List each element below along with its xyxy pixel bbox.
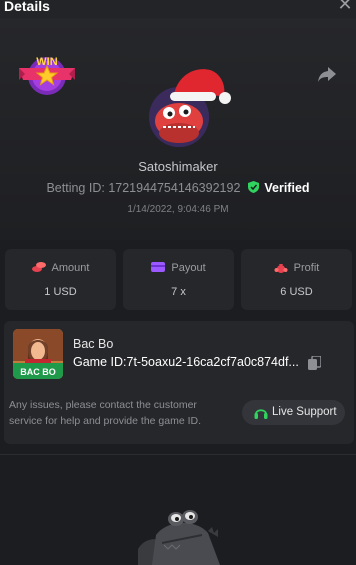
stat-profit: Profit 6 USD [241, 249, 352, 310]
game-id-label: Game ID: [73, 355, 127, 369]
money-bag-icon [274, 264, 288, 273]
verified-label: Verified [264, 181, 310, 195]
copy-icon[interactable] [308, 356, 321, 370]
thumbnail-text: BAC BO [20, 367, 56, 377]
share-icon[interactable] [317, 65, 337, 83]
stat-amount: Amount 1 USD [5, 249, 116, 310]
headset-icon [254, 409, 268, 419]
header-bar: Details ✕ [0, 0, 356, 18]
game-id: Game ID:7t-5oaxu2-16ca2cf7a0c874df... [73, 355, 311, 369]
close-icon[interactable]: ✕ [337, 0, 353, 13]
betting-id-row: Betting ID: 172194475414639219​2 Verifie… [0, 181, 356, 195]
game-thumbnail[interactable]: BAC BO [13, 329, 63, 379]
divider [0, 454, 356, 455]
page-title: Details [4, 0, 50, 14]
wallet-icon [151, 262, 166, 272]
betting-id-value: 172194475414639219​2 [108, 181, 241, 195]
issue-help-text: Any issues, please contact the customer … [9, 399, 202, 427]
game-name: Bac Bo [73, 337, 114, 351]
stat-amount-label: Amount [51, 262, 90, 274]
santa-hat-icon [170, 69, 231, 104]
bac-bo-thumbnail-icon: BAC BO [13, 329, 63, 379]
stat-payout-value: 7 x [171, 286, 186, 298]
stat-amount-value: 1 USD [44, 286, 77, 298]
stat-payout-label: Payout [171, 262, 206, 274]
verified-shield-icon [247, 181, 259, 193]
betting-id-label: Betting ID: [46, 181, 105, 195]
win-badge-icon: WIN [19, 56, 75, 95]
game-id-value: 7t-5oaxu2-16ca2cf7a0c874df... [126, 355, 299, 369]
live-support-button[interactable]: Live Support [242, 400, 345, 425]
stat-profit-label: Profit [293, 262, 320, 274]
avatar [140, 62, 236, 152]
stat-payout: Payout 7 x [123, 249, 234, 310]
bet-datetime: 1/14/2022, 9:04:46 PM [127, 204, 229, 215]
coins-icon [31, 262, 46, 272]
game-card: BAC BO Bac Bo Game ID:7t-5oaxu2-16ca2cf7… [4, 321, 354, 444]
stat-profit-value: 6 USD [280, 286, 313, 298]
username: Satoshimaker [138, 159, 218, 174]
live-support-label: Live Support [272, 406, 337, 418]
crocodile-mascot-icon [138, 510, 220, 565]
